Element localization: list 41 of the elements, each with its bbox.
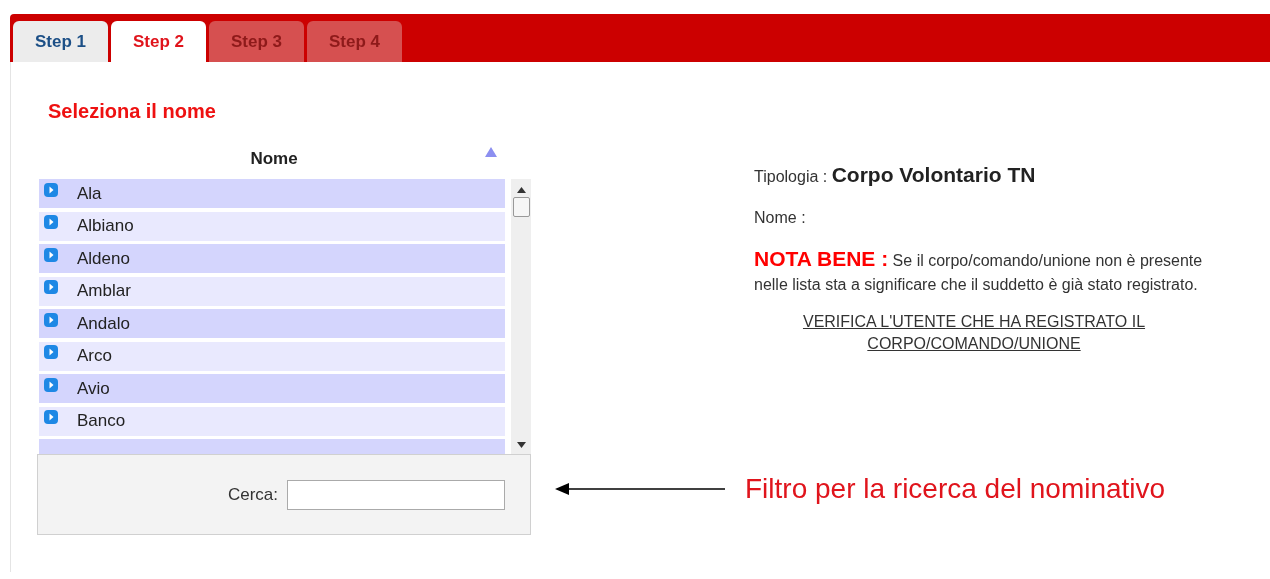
- play-icon: [44, 345, 58, 359]
- row-name: Aldeno: [77, 248, 130, 269]
- play-icon: [44, 377, 58, 392]
- scroll-thumb[interactable]: [512, 197, 530, 217]
- step-tab[interactable]: Step 1: [13, 21, 108, 62]
- row-name: Albiano: [77, 216, 134, 236]
- row-name: Amblar: [77, 281, 131, 301]
- list-row[interactable]: Albiano: [39, 211, 505, 241]
- search-label: Cerca:: [227, 484, 278, 505]
- note-text: NOTA BENE : Se il corpo/comando/unione non è presente nelle lista sta a significare che il suddetto è già stato registrato.: [754, 247, 1204, 295]
- annotation-text: Filtro per la ricerca del nominativo: [745, 473, 1166, 505]
- list-row[interactable]: Banco: [39, 406, 505, 436]
- scrollbar[interactable]: [511, 179, 531, 454]
- list-row[interactable]: Andalo: [39, 309, 505, 338]
- row-name: Banco: [77, 411, 126, 431]
- column-header[interactable]: Nome: [250, 149, 298, 169]
- name-label: Nome :: [754, 209, 807, 227]
- list-row[interactable]: Avio: [39, 374, 505, 403]
- section-heading: Seleziona il nome: [48, 99, 217, 123]
- list-row[interactable]: Ala: [39, 179, 505, 208]
- type-value: Corpo Volontario TN: [831, 163, 1036, 186]
- list-row[interactable]: Amblar: [39, 276, 505, 306]
- play-icon: [44, 182, 58, 197]
- search-field[interactable]: [287, 479, 505, 510]
- row-name: Arco: [77, 346, 112, 366]
- sort-arrow-icon[interactable]: [485, 147, 497, 157]
- play-icon: [44, 312, 58, 327]
- row-name: Ala: [77, 183, 102, 204]
- scroll-up-icon[interactable]: [516, 187, 526, 193]
- verify-user-link[interactable]: VERIFICA L'UTENTE CHE HA REGISTRATO IL CORPO/COMANDO/UNIONE: [754, 311, 1204, 355]
- type-label: Tipologia :: [754, 168, 828, 185]
- list-row[interactable]: Arco: [39, 341, 505, 371]
- row-name: Avio: [77, 378, 110, 399]
- list-row[interactable]: Aldeno: [39, 244, 505, 273]
- play-icon: [44, 247, 58, 262]
- play-icon: [44, 215, 58, 229]
- row-name: Andalo: [77, 313, 130, 334]
- scroll-down-icon[interactable]: [516, 442, 526, 448]
- step-tab[interactable]: Step 2: [111, 21, 206, 62]
- play-icon: [44, 410, 58, 424]
- play-icon: [44, 280, 58, 294]
